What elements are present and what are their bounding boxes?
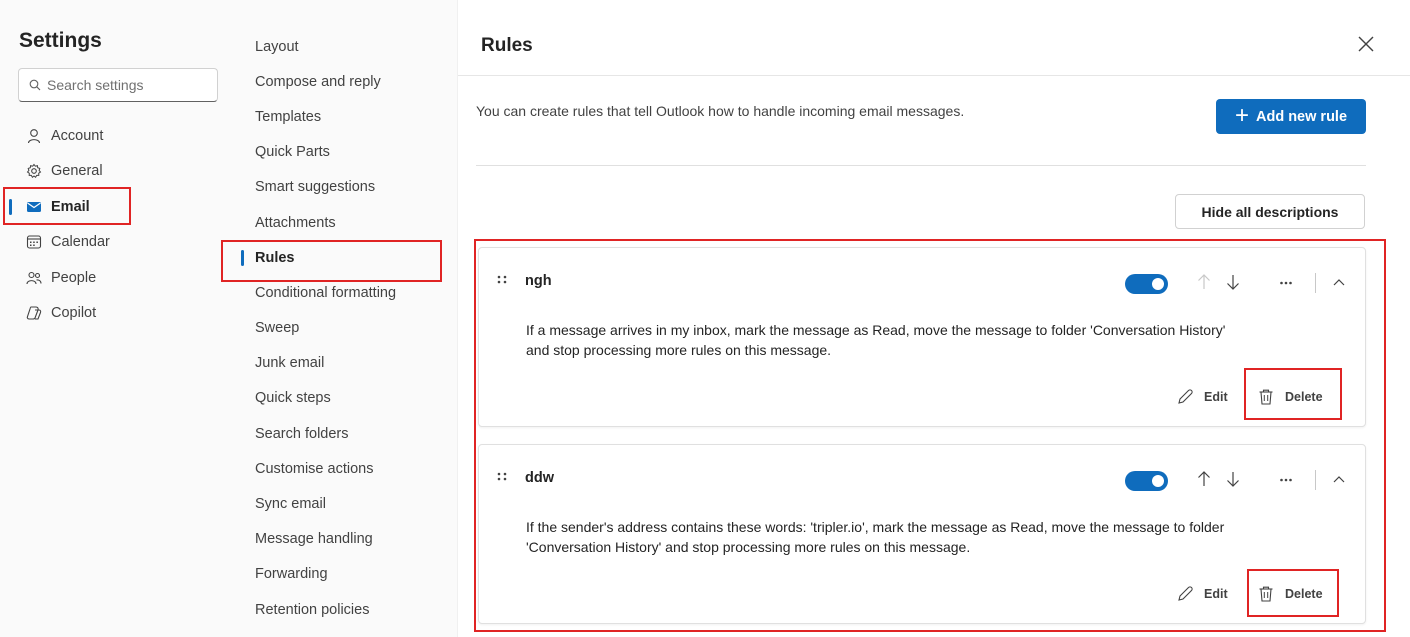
subnav-item-message-handling[interactable]: Message handling (238, 522, 458, 557)
move-up-button[interactable] (1193, 270, 1215, 294)
drag-handle-icon[interactable] (496, 471, 508, 485)
more-options-button[interactable] (1275, 270, 1297, 294)
email-subnav: Layout Compose and reply Templates Quick… (238, 29, 458, 627)
nav-item-email[interactable]: Email (0, 189, 238, 225)
subnav-item-rules[interactable]: Rules (238, 240, 458, 275)
rule-enabled-toggle[interactable] (1125, 471, 1168, 491)
edit-rule-button[interactable]: Edit (1176, 385, 1228, 409)
search-icon (29, 79, 41, 91)
settings-nav: Account General Email Calendar People Co… (0, 118, 238, 331)
subnav-item-attachments[interactable]: Attachments (238, 205, 458, 240)
more-options-button[interactable] (1275, 467, 1297, 491)
trash-icon (1259, 389, 1273, 405)
nav-item-label: Email (51, 198, 90, 215)
person-icon (26, 128, 42, 144)
nav-item-label: Copilot (51, 305, 97, 322)
calendar-icon (26, 234, 42, 250)
nav-item-account[interactable]: Account (0, 118, 238, 154)
pencil-icon (1178, 586, 1193, 601)
search-settings-input[interactable] (47, 77, 207, 93)
nav-item-label: Account (51, 127, 104, 144)
collapse-button[interactable] (1328, 467, 1350, 491)
rules-content-pane: Rules You can create rules that tell Out… (458, 0, 1410, 637)
nav-item-label: Calendar (51, 234, 110, 251)
rule-name: ngh (525, 273, 552, 289)
subnav-item-compose-and-reply[interactable]: Compose and reply (238, 64, 458, 99)
plus-icon: + (1234, 101, 1249, 129)
subnav-item-quick-parts[interactable]: Quick Parts (238, 135, 458, 170)
subnav-item-layout[interactable]: Layout (238, 29, 458, 64)
rule-name: ddw (525, 470, 554, 486)
add-new-rule-label: Add new rule (1255, 108, 1348, 125)
rule-description: If a message arrives in my inbox, mark t… (526, 322, 1226, 358)
mail-icon (26, 199, 42, 215)
page-title: Rules (481, 35, 533, 56)
drag-handle-icon[interactable] (496, 274, 508, 288)
add-new-rule-button[interactable]: + Add new rule (1216, 99, 1366, 134)
controls-separator (1315, 273, 1316, 293)
rule-card: ddw If the sender's address contains the… (478, 444, 1366, 624)
edit-label: Edit (1204, 390, 1228, 404)
rules-intro-text: You can create rules that tell Outlook h… (476, 103, 965, 119)
subnav-item-smart-suggestions[interactable]: Smart suggestions (238, 170, 458, 205)
delete-label: Delete (1285, 587, 1323, 601)
subnav-item-junk-email[interactable]: Junk email (238, 346, 458, 381)
people-icon (26, 270, 42, 286)
move-up-button[interactable] (1193, 467, 1215, 491)
subnav-item-customise-actions[interactable]: Customise actions (238, 451, 458, 486)
close-icon (1358, 36, 1374, 52)
arrow-down-icon (1227, 472, 1239, 487)
rule-enabled-toggle[interactable] (1125, 274, 1168, 294)
arrow-down-icon (1227, 275, 1239, 290)
search-settings-box[interactable] (18, 68, 218, 102)
nav-item-general[interactable]: General (0, 154, 238, 190)
settings-left-pane: Settings Account General Email (0, 0, 238, 637)
email-settings-pane: Layout Compose and reply Templates Quick… (238, 0, 458, 637)
subnav-item-conditional-formatting[interactable]: Conditional formatting (238, 275, 458, 310)
controls-separator (1315, 470, 1316, 490)
settings-title: Settings (19, 29, 102, 52)
nav-item-people[interactable]: People (0, 260, 238, 296)
edit-rule-button[interactable]: Edit (1176, 582, 1228, 606)
nav-item-copilot[interactable]: Copilot (0, 296, 238, 332)
subnav-item-search-folders[interactable]: Search folders (238, 416, 458, 451)
pencil-icon (1178, 389, 1193, 404)
subnav-item-sync-email[interactable]: Sync email (238, 486, 458, 521)
rule-description: If the sender's address contains these w… (526, 519, 1225, 555)
gear-icon (26, 163, 42, 179)
nav-item-label: People (51, 269, 97, 286)
subnav-item-retention-policies[interactable]: Retention policies (238, 592, 458, 627)
hide-all-descriptions-button[interactable]: Hide all descriptions (1175, 194, 1365, 229)
subnav-item-templates[interactable]: Templates (238, 99, 458, 134)
delete-rule-button[interactable]: Delete (1257, 385, 1323, 409)
delete-rule-button[interactable]: Delete (1257, 582, 1323, 606)
delete-label: Delete (1285, 390, 1323, 404)
arrow-up-icon (1198, 274, 1210, 289)
copilot-icon (26, 305, 42, 321)
trash-icon (1259, 586, 1273, 602)
subnav-item-quick-steps[interactable]: Quick steps (238, 381, 458, 416)
intro-divider (476, 165, 1366, 166)
subnav-item-sweep[interactable]: Sweep (238, 311, 458, 346)
chevron-up-icon (1333, 476, 1345, 483)
chevron-up-icon (1333, 279, 1345, 286)
move-down-button[interactable] (1222, 270, 1244, 294)
rule-card: ngh If a message arrives in my inbox, ma… (478, 247, 1366, 427)
move-down-button[interactable] (1222, 467, 1244, 491)
nav-item-label: General (51, 163, 103, 180)
edit-label: Edit (1204, 587, 1228, 601)
collapse-button[interactable] (1328, 270, 1350, 294)
more-icon (1280, 281, 1292, 285)
arrow-up-icon (1198, 471, 1210, 486)
subnav-item-forwarding[interactable]: Forwarding (238, 557, 458, 592)
more-icon (1280, 478, 1292, 482)
header-divider (458, 75, 1410, 76)
close-button[interactable] (1354, 32, 1378, 56)
nav-item-calendar[interactable]: Calendar (0, 225, 238, 261)
